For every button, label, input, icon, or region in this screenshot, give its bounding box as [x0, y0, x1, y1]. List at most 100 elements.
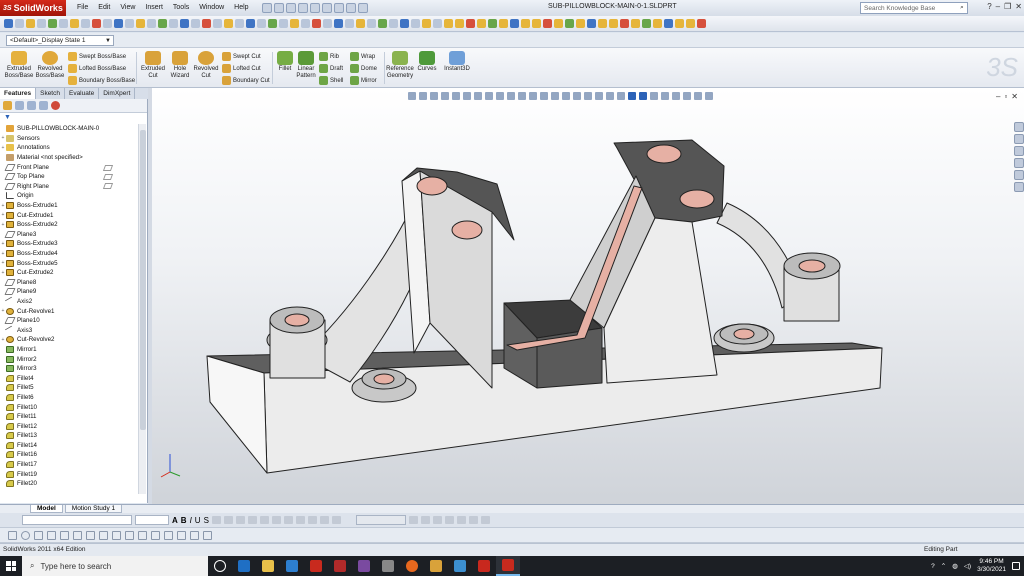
- tree-item[interactable]: Top Plane: [0, 172, 138, 182]
- toolbar-button-icon[interactable]: [675, 19, 684, 28]
- circle-tool-icon[interactable]: [21, 530, 30, 540]
- toolbar-button-icon[interactable]: [323, 19, 332, 28]
- strikethrough-button[interactable]: S: [204, 516, 209, 525]
- configuration-manager-tab-icon[interactable]: [27, 101, 36, 110]
- tree-item[interactable]: + Boss-Extrude1: [0, 201, 138, 211]
- toolbar-button-icon[interactable]: [345, 19, 354, 28]
- tab-dimxpert[interactable]: DimXpert: [99, 88, 136, 99]
- toolbar-button-icon[interactable]: [268, 19, 277, 28]
- toolbar-button-icon[interactable]: [48, 19, 57, 28]
- task-view-button[interactable]: [208, 556, 232, 576]
- taskbar-pinned-app[interactable]: [400, 556, 424, 576]
- toolbar-button-icon[interactable]: [686, 19, 695, 28]
- tree-item[interactable]: + Boss-Extrude4: [0, 249, 138, 259]
- superscript-icon[interactable]: [259, 516, 269, 524]
- close-button[interactable]: ✕: [1015, 2, 1022, 11]
- toolbar-button-icon[interactable]: [499, 19, 508, 28]
- taskbar-pinned-app[interactable]: [448, 556, 472, 576]
- toolbar-button-icon[interactable]: [510, 19, 519, 28]
- dimxpert-manager-tab-icon[interactable]: [39, 101, 48, 110]
- layer-select[interactable]: [355, 515, 406, 525]
- tree-item[interactable]: Fillet11: [0, 412, 138, 422]
- toolbar-button-icon[interactable]: [136, 19, 145, 28]
- toolbar-button-icon[interactable]: [334, 19, 343, 28]
- mirror-button[interactable]: Mirror: [350, 76, 377, 85]
- toolbar-button-icon[interactable]: [290, 19, 299, 28]
- toolbar-button-icon[interactable]: [422, 19, 431, 28]
- tree-item[interactable]: + Annotations: [0, 143, 138, 153]
- solidworks-resources-icon[interactable]: [1014, 122, 1024, 132]
- appearances-icon[interactable]: [1014, 170, 1024, 180]
- show-edge-icon[interactable]: [468, 516, 478, 524]
- lofted-cut-button[interactable]: Lofted Cut: [222, 64, 261, 73]
- polygon-tool-icon[interactable]: [34, 530, 43, 540]
- underline-button[interactable]: U: [195, 516, 201, 525]
- tab-motion-study[interactable]: Motion Study 1: [64, 505, 123, 513]
- tree-item[interactable]: Fillet12: [0, 421, 138, 431]
- tree-item[interactable]: Axis3: [0, 325, 138, 336]
- tab-sketch[interactable]: Sketch: [36, 88, 65, 99]
- toolbar-button-icon[interactable]: [246, 19, 255, 28]
- tree-item[interactable]: Origin: [0, 191, 138, 201]
- toolbar-button-icon[interactable]: [576, 19, 585, 28]
- linear-pattern-button[interactable]: Linear Pattern: [296, 51, 316, 80]
- display-state-select[interactable]: <Default>_Display State 1 ▼: [6, 35, 114, 46]
- toolbar-button-icon[interactable]: [565, 19, 574, 28]
- toolbar-button-icon[interactable]: [642, 19, 651, 28]
- toolbar-button-icon[interactable]: [444, 19, 453, 28]
- toolbar-button-icon[interactable]: [191, 19, 200, 28]
- tree-item[interactable]: Fillet13: [0, 431, 138, 441]
- toolbar-button-icon[interactable]: [411, 19, 420, 28]
- toolbar-button-icon[interactable]: [59, 19, 68, 28]
- toolbar-button-icon[interactable]: [598, 19, 607, 28]
- extruded-cut-button[interactable]: Extruded Cut: [140, 51, 166, 80]
- menu-file[interactable]: File: [72, 0, 93, 16]
- tree-item[interactable]: + Cut-Extrude2: [0, 268, 138, 278]
- pillow-block-model[interactable]: [152, 88, 1024, 506]
- dome-button[interactable]: Dome: [350, 64, 377, 73]
- swept-boss-button[interactable]: Swept Boss/Base: [68, 52, 126, 61]
- save-icon[interactable]: [285, 3, 296, 13]
- tree-item[interactable]: Fillet14: [0, 441, 138, 451]
- tree-item[interactable]: Plane9: [0, 287, 138, 297]
- wrap-button[interactable]: Wrap: [350, 52, 375, 61]
- tree-item[interactable]: + Cut-Extrude1: [0, 210, 138, 220]
- start-button[interactable]: [0, 556, 22, 576]
- convert-entities-icon[interactable]: [177, 530, 186, 540]
- toolbar-button-icon[interactable]: [433, 19, 442, 28]
- bold-icon[interactable]: A: [172, 516, 178, 525]
- property-manager-tab-icon[interactable]: [15, 101, 24, 110]
- tree-item[interactable]: Plane8: [0, 278, 138, 288]
- tree-item[interactable]: Mirror1: [0, 345, 138, 355]
- spline-tool-icon[interactable]: [73, 530, 82, 540]
- scrollbar-thumb[interactable]: [140, 130, 146, 430]
- toolbar-button-icon[interactable]: [389, 19, 398, 28]
- file-explorer-icon[interactable]: [1014, 146, 1024, 156]
- toolbar-button-icon[interactable]: [169, 19, 178, 28]
- tree-item[interactable]: + Boss-Extrude2: [0, 220, 138, 230]
- tab-model[interactable]: Model: [30, 505, 63, 513]
- hide-edge-icon[interactable]: [456, 516, 466, 524]
- toolbar-button-icon[interactable]: [213, 19, 222, 28]
- toolbar-button-icon[interactable]: [301, 19, 310, 28]
- color-display-icon[interactable]: [480, 516, 490, 524]
- extruded-boss-button[interactable]: Extruded Boss/Base: [5, 51, 33, 80]
- toolbar-button-icon[interactable]: [609, 19, 618, 28]
- sketch-fillet-icon[interactable]: [164, 530, 173, 540]
- options-icon[interactable]: [357, 3, 368, 13]
- tree-item[interactable]: Mirror3: [0, 364, 138, 374]
- toolbar-button-icon[interactable]: [521, 19, 530, 28]
- chevron-up-icon[interactable]: ⌃: [941, 562, 946, 570]
- taskbar-pinned-app[interactable]: [256, 556, 280, 576]
- mirror-entities-icon[interactable]: [138, 530, 147, 540]
- menu-insert[interactable]: Insert: [140, 0, 168, 16]
- hole-wizard-button[interactable]: Hole Wizard: [168, 51, 192, 80]
- volume-icon[interactable]: ◁): [964, 562, 971, 570]
- tree-item[interactable]: Fillet20: [0, 479, 138, 489]
- tab-features[interactable]: Features: [0, 88, 37, 99]
- fillet-button[interactable]: Fillet: [275, 51, 295, 73]
- toolbar-button-icon[interactable]: [114, 19, 123, 28]
- tree-item[interactable]: Axis2: [0, 296, 138, 307]
- toolbar-button-icon[interactable]: [180, 19, 189, 28]
- tree-item[interactable]: + Cut-Revolve1: [0, 306, 138, 316]
